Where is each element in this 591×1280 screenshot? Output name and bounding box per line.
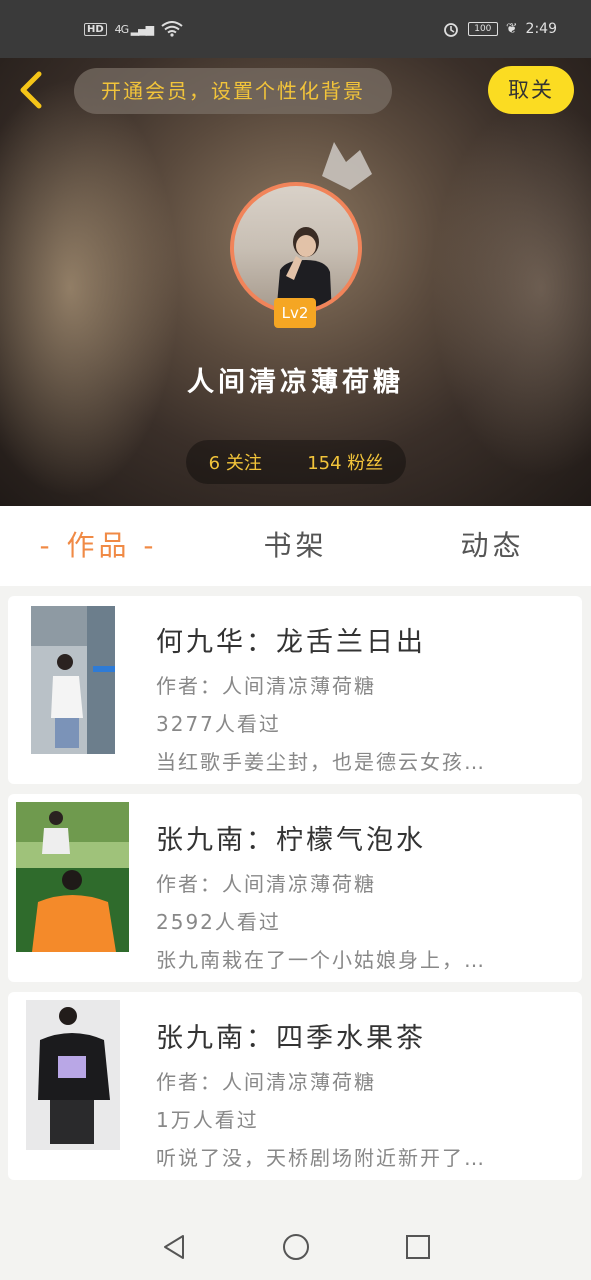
leaf-icon: ❦ xyxy=(505,21,518,37)
chevron-left-icon xyxy=(20,71,42,109)
avatar[interactable] xyxy=(230,182,362,314)
list-item[interactable]: 何九华：龙舌兰日出 作者：人间清凉薄荷糖 3277人看过 当红歌手姜尘封，也是德… xyxy=(8,596,582,784)
profile-header: 开通会员，设置个性化背景 取关 Lv2 人间清凉薄荷糖 6 关注 154 粉丝 xyxy=(0,58,591,506)
cover-image xyxy=(16,802,129,952)
alarm-icon xyxy=(443,23,458,37)
work-desc: 当红歌手姜尘封，也是德云女孩… xyxy=(156,750,486,774)
work-views: 2592人看过 xyxy=(156,910,281,934)
work-author: 作者：人间清凉薄荷糖 xyxy=(156,1070,376,1094)
hd-indicator: HD xyxy=(84,22,107,36)
level-badge: Lv2 xyxy=(274,298,316,328)
stats-bar: 6 关注 154 粉丝 xyxy=(186,440,406,484)
work-title: 张九南：四季水果茶 xyxy=(156,1023,426,1054)
unfollow-button[interactable]: 取关 xyxy=(488,66,574,114)
work-views: 3277人看过 xyxy=(156,712,281,736)
work-title: 张九南：柠檬气泡水 xyxy=(156,825,426,856)
background-glow xyxy=(431,98,591,478)
crown-icon xyxy=(322,142,372,190)
back-button[interactable] xyxy=(14,70,50,110)
status-right: 100 ❦ 2:49 xyxy=(442,20,557,38)
wifi-icon xyxy=(161,21,183,37)
vip-banner[interactable]: 开通会员，设置个性化背景 xyxy=(74,68,392,114)
followers-count[interactable]: 154 粉丝 xyxy=(307,449,383,475)
work-desc: 听说了没，天桥剧场附近新开了… xyxy=(156,1146,486,1170)
nav-home-button[interactable] xyxy=(279,1230,313,1264)
square-recents-icon xyxy=(405,1235,430,1259)
work-title: 何九华：龙舌兰日出 xyxy=(156,627,426,658)
cover-image xyxy=(31,606,115,754)
tab-bar: - 作品 - 书架 动态 xyxy=(0,506,591,586)
signal-icon: 4G ▂▄▆ xyxy=(114,22,154,36)
work-desc: 张九南栽在了一个小姑娘身上，… xyxy=(156,948,486,972)
works-list: 何九华：龙舌兰日出 作者：人间清凉薄荷糖 3277人看过 当红歌手姜尘封，也是德… xyxy=(8,596,582,1190)
system-nav-bar xyxy=(0,1214,591,1280)
work-views: 1万人看过 xyxy=(156,1108,259,1132)
nav-back-button[interactable] xyxy=(157,1230,191,1264)
background-glow xyxy=(0,78,180,498)
work-author: 作者：人间清凉薄荷糖 xyxy=(156,872,376,896)
tab-works[interactable]: - 作品 - xyxy=(0,506,197,586)
list-item[interactable]: 张九南：柠檬气泡水 作者：人间清凉薄荷糖 2592人看过 张九南栽在了一个小姑娘… xyxy=(8,794,582,982)
tab-activity[interactable]: 动态 xyxy=(394,506,591,586)
nav-recents-button[interactable] xyxy=(401,1230,435,1264)
status-left: HD 4G ▂▄▆ xyxy=(84,21,183,37)
status-bar: HD 4G ▂▄▆ 100 ❦ 2:49 xyxy=(0,0,591,58)
following-count[interactable]: 6 关注 xyxy=(209,449,262,475)
list-item[interactable]: 张九南：四季水果茶 作者：人间清凉薄荷糖 1万人看过 听说了没，天桥剧场附近新开… xyxy=(8,992,582,1180)
battery-icon: 100 xyxy=(467,22,498,36)
username: 人间清凉薄荷糖 xyxy=(187,367,404,398)
circle-home-icon xyxy=(282,1234,309,1260)
triangle-back-icon xyxy=(163,1235,184,1259)
tab-bookshelf[interactable]: 书架 xyxy=(197,506,394,586)
cover-image xyxy=(26,1000,120,1150)
clock: 2:49 xyxy=(525,21,557,37)
work-author: 作者：人间清凉薄荷糖 xyxy=(156,674,376,698)
